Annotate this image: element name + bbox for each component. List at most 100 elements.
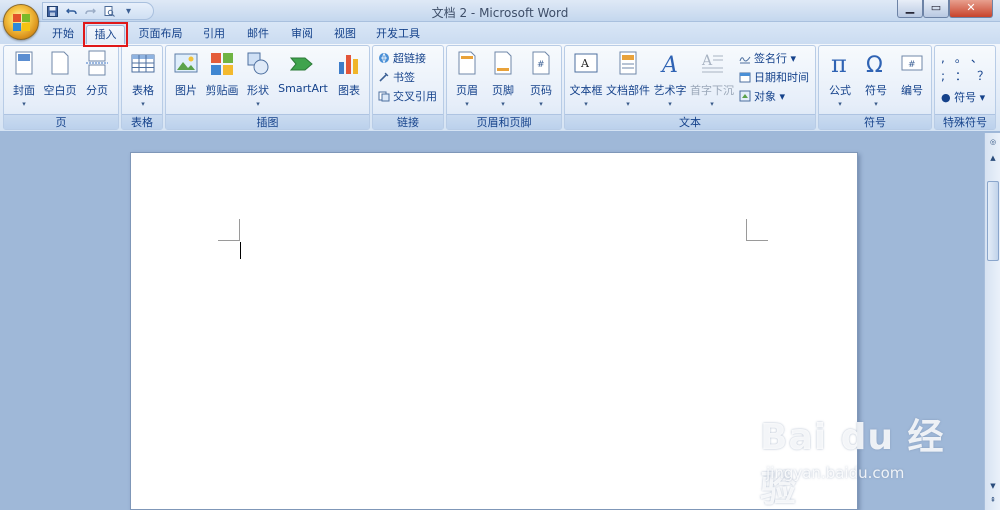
cover-page-button[interactable]: 封面 ▾ bbox=[10, 50, 38, 108]
watermark-url: jingyan.baidu.com bbox=[766, 464, 905, 482]
semicolon-char[interactable]: ; bbox=[941, 69, 955, 83]
chart-icon bbox=[336, 50, 362, 78]
drop-cap-button[interactable]: A 首字下沉 ▾ bbox=[689, 50, 735, 108]
enum-comma-char[interactable]: 、 bbox=[971, 51, 993, 65]
footer-button[interactable]: 页脚 ▾ bbox=[489, 50, 517, 108]
ruler-toggle-icon[interactable]: ◎ bbox=[986, 135, 1000, 149]
group-symbols: π 公式 ▾ Ω 符号 ▾ # 编号 符号 bbox=[818, 45, 932, 130]
equation-button[interactable]: π 公式 ▾ bbox=[824, 50, 856, 108]
tab-page-layout[interactable]: 页面布局 bbox=[133, 25, 188, 44]
hyperlink-button[interactable]: 超链接 bbox=[378, 50, 426, 67]
scroll-up-icon[interactable]: ▲ bbox=[986, 151, 1000, 165]
hyperlink-icon bbox=[378, 52, 390, 64]
svg-text:A: A bbox=[660, 53, 678, 78]
group-links: 超链接 书签 交叉引用 链接 bbox=[372, 45, 444, 130]
footer-icon bbox=[490, 50, 516, 78]
date-time-button[interactable]: 日期和时间 bbox=[739, 69, 809, 86]
office-button[interactable] bbox=[3, 4, 39, 40]
text-box-icon: A bbox=[573, 50, 599, 78]
text-box-button[interactable]: A 文本框 ▾ bbox=[568, 50, 604, 108]
period-char[interactable]: 。 bbox=[955, 51, 971, 65]
object-icon bbox=[739, 90, 751, 102]
drop-cap-icon: A bbox=[699, 50, 725, 78]
tab-view[interactable]: 视图 bbox=[327, 25, 363, 44]
table-icon bbox=[130, 50, 156, 78]
symbol-button[interactable]: Ω 符号 ▾ bbox=[861, 50, 891, 108]
svg-text:π: π bbox=[831, 50, 847, 78]
picture-icon bbox=[173, 50, 199, 78]
tab-mailings[interactable]: 邮件 bbox=[240, 25, 276, 44]
quick-parts-button[interactable]: 文档部件 ▾ bbox=[605, 50, 651, 108]
picture-button[interactable]: 图片 bbox=[172, 50, 200, 98]
comma-char[interactable]: , bbox=[941, 51, 955, 65]
bullet-icon: ● bbox=[941, 91, 951, 104]
bookmark-button[interactable]: 书签 bbox=[378, 69, 415, 86]
group-illustrations: 图片 剪贴画 形状 ▾ SmartArt 图表 插图 bbox=[165, 45, 370, 130]
group-text-label: 文本 bbox=[565, 114, 815, 129]
colon-char[interactable]: ： bbox=[955, 69, 977, 83]
calendar-icon bbox=[739, 71, 751, 83]
vertical-scrollbar[interactable]: ◎ ▲ ▼ ⇞ bbox=[984, 133, 1000, 510]
svg-text:A: A bbox=[580, 57, 590, 70]
group-special-symbols-label: 特殊符号 bbox=[935, 114, 995, 129]
page-break-button[interactable]: 分页 bbox=[82, 50, 112, 98]
bookmark-icon bbox=[378, 71, 390, 83]
tab-references[interactable]: 引用 bbox=[196, 25, 232, 44]
minimize-button[interactable]: ▁ bbox=[897, 0, 923, 18]
cover-page-icon bbox=[11, 50, 37, 78]
omega-icon: Ω bbox=[863, 50, 889, 78]
table-button[interactable]: 表格 ▾ bbox=[128, 50, 158, 108]
tab-developer[interactable]: 开发工具 bbox=[370, 25, 426, 44]
group-links-label: 链接 bbox=[373, 114, 443, 129]
prev-page-icon[interactable]: ⇞ bbox=[986, 493, 1000, 507]
text-cursor bbox=[240, 242, 241, 259]
header-button[interactable]: 页眉 ▾ bbox=[453, 50, 481, 108]
shapes-button[interactable]: 形状 ▾ bbox=[244, 50, 272, 108]
special-chars-row-2: ;：？ bbox=[941, 68, 999, 85]
group-illustrations-label: 插图 bbox=[166, 114, 369, 129]
chart-button[interactable]: 图表 bbox=[334, 50, 364, 98]
page-break-icon bbox=[84, 50, 110, 78]
scroll-down-icon[interactable]: ▼ bbox=[986, 479, 1000, 493]
tab-home[interactable]: 开始 bbox=[44, 25, 82, 44]
numbering-button[interactable]: # 编号 bbox=[897, 50, 927, 98]
scroll-thumb[interactable] bbox=[987, 181, 999, 261]
page-number-icon: # bbox=[528, 50, 554, 78]
blank-page-button[interactable]: 空白页 bbox=[42, 50, 78, 98]
crop-mark-right-h bbox=[746, 240, 768, 241]
question-char[interactable]: ？ bbox=[977, 69, 999, 83]
clip-art-button[interactable]: 剪贴画 bbox=[204, 50, 240, 98]
page-number-button[interactable]: # 页码 ▾ bbox=[527, 50, 555, 108]
ribbon-tabs: 开始 插入 页面布局 引用 邮件 审阅 视图 开发工具 bbox=[0, 22, 1000, 44]
maximize-button[interactable]: ▭ bbox=[923, 0, 949, 18]
clip-art-icon bbox=[209, 50, 235, 78]
close-button[interactable]: ✕ bbox=[949, 0, 993, 18]
cross-reference-icon bbox=[378, 90, 390, 102]
svg-text:#: # bbox=[537, 60, 545, 70]
special-chars-row-1: ,。、 bbox=[941, 50, 993, 67]
insert-tab-highlight bbox=[83, 22, 128, 47]
tab-review[interactable]: 审阅 bbox=[284, 25, 320, 44]
svg-text:A: A bbox=[701, 53, 713, 69]
svg-text:#: # bbox=[908, 60, 916, 70]
crop-mark-left-h bbox=[218, 240, 240, 241]
quick-parts-icon bbox=[615, 50, 641, 78]
group-symbols-label: 符号 bbox=[819, 114, 931, 129]
pi-icon: π bbox=[827, 50, 853, 78]
smartart-icon bbox=[289, 50, 316, 78]
shapes-icon bbox=[245, 50, 271, 78]
group-text: A 文本框 ▾ 文档部件 ▾ A 艺术字 ▾ A 首字下沉 ▾ 签名行 ▾ 日期… bbox=[564, 45, 816, 130]
group-pages-label: 页 bbox=[4, 114, 118, 129]
window-title: 文档 2 - Microsoft Word bbox=[431, 6, 569, 20]
document-page[interactable] bbox=[130, 152, 858, 510]
header-icon bbox=[454, 50, 480, 78]
cross-reference-button[interactable]: 交叉引用 bbox=[378, 88, 437, 105]
signature-line-button[interactable]: 签名行 ▾ bbox=[739, 50, 796, 67]
crop-mark-left-v bbox=[239, 219, 240, 241]
office-logo-icon bbox=[13, 14, 31, 32]
smartart-button[interactable]: SmartArt bbox=[276, 50, 330, 95]
special-symbol-button[interactable]: ● 符号 ▾ bbox=[941, 89, 985, 106]
object-button[interactable]: 对象 ▾ bbox=[739, 88, 785, 105]
wordart-button[interactable]: A 艺术字 ▾ bbox=[652, 50, 688, 108]
baidu-watermark: Bai du 经验 jingyan.baidu.com bbox=[750, 400, 970, 510]
